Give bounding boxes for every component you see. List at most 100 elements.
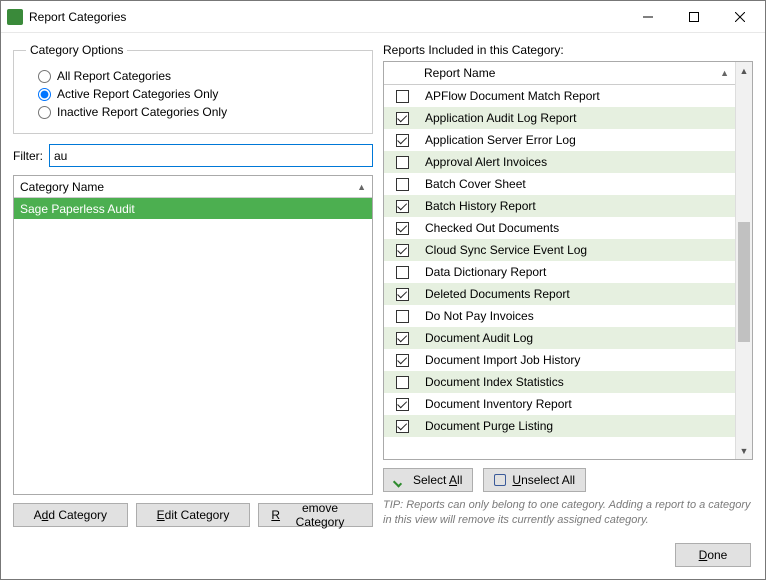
report-name: Deleted Documents Report bbox=[425, 287, 570, 301]
radio-all-label: All Report Categories bbox=[57, 69, 171, 83]
report-checkbox[interactable] bbox=[396, 134, 409, 147]
report-row[interactable]: Document Purge Listing bbox=[384, 415, 735, 437]
category-options-legend: Category Options bbox=[26, 43, 127, 57]
category-grid-header-label: Category Name bbox=[20, 180, 357, 194]
category-grid-header[interactable]: Category Name ▲ bbox=[14, 176, 372, 198]
report-row[interactable]: Application Audit Log Report bbox=[384, 107, 735, 129]
reports-label: Reports Included in this Category: bbox=[383, 43, 753, 57]
report-name: APFlow Document Match Report bbox=[425, 89, 600, 103]
report-name: Cloud Sync Service Event Log bbox=[425, 243, 587, 257]
reports-body: APFlow Document Match Report Application … bbox=[384, 85, 735, 459]
reports-panel: Report Name ▲ APFlow Document Match Repo… bbox=[383, 61, 753, 460]
report-row[interactable]: Batch History Report bbox=[384, 195, 735, 217]
category-options-group: Category Options All Report Categories A… bbox=[13, 43, 373, 134]
report-name: Document Index Statistics bbox=[425, 375, 564, 389]
window-controls bbox=[625, 2, 763, 32]
radio-active-input[interactable] bbox=[38, 88, 51, 101]
minimize-icon bbox=[643, 12, 653, 22]
report-name: Document Purge Listing bbox=[425, 419, 553, 433]
category-name: Sage Paperless Audit bbox=[20, 202, 135, 216]
filter-input[interactable] bbox=[49, 144, 373, 167]
check-icon bbox=[394, 474, 407, 486]
report-row[interactable]: Cloud Sync Service Event Log bbox=[384, 239, 735, 261]
report-row[interactable]: Document Audit Log bbox=[384, 327, 735, 349]
report-name: Document Import Job History bbox=[425, 353, 580, 367]
left-column: Category Options All Report Categories A… bbox=[13, 43, 373, 527]
radio-active-label: Active Report Categories Only bbox=[57, 87, 218, 101]
scroll-thumb[interactable] bbox=[738, 222, 750, 342]
category-grid[interactable]: Category Name ▲ Sage Paperless Audit bbox=[13, 175, 373, 495]
reports-header[interactable]: Report Name ▲ bbox=[384, 62, 735, 85]
remove-category-button[interactable]: Remove Category bbox=[258, 503, 373, 527]
category-buttons: Add Category Edit Category Remove Catego… bbox=[13, 503, 373, 527]
report-name: Data Dictionary Report bbox=[425, 265, 546, 279]
minimize-button[interactable] bbox=[625, 2, 671, 32]
report-row[interactable]: Approval Alert Invoices bbox=[384, 151, 735, 173]
report-name: Checked Out Documents bbox=[425, 221, 559, 235]
titlebar[interactable]: Report Categories bbox=[1, 1, 765, 33]
window-title: Report Categories bbox=[29, 10, 625, 24]
reports-header-label: Report Name bbox=[424, 66, 720, 80]
maximize-icon bbox=[689, 12, 699, 22]
report-name: Batch Cover Sheet bbox=[425, 177, 526, 191]
unselect-all-button[interactable]: Unselect All bbox=[483, 468, 586, 492]
radio-active-categories[interactable]: Active Report Categories Only bbox=[26, 87, 360, 101]
report-checkbox[interactable] bbox=[396, 112, 409, 125]
report-row[interactable]: Checked Out Documents bbox=[384, 217, 735, 239]
edit-category-button[interactable]: Edit Category bbox=[136, 503, 251, 527]
selection-buttons: Select All Unselect All bbox=[383, 468, 753, 492]
report-checkbox[interactable] bbox=[396, 266, 409, 279]
close-button[interactable] bbox=[717, 2, 763, 32]
report-checkbox[interactable] bbox=[396, 288, 409, 301]
report-name: Approval Alert Invoices bbox=[425, 155, 547, 169]
category-row-selected[interactable]: Sage Paperless Audit bbox=[14, 198, 372, 219]
report-name: Application Audit Log Report bbox=[425, 111, 576, 125]
category-grid-body: Sage Paperless Audit bbox=[14, 198, 372, 494]
radio-all-input[interactable] bbox=[38, 70, 51, 83]
report-checkbox[interactable] bbox=[396, 376, 409, 389]
report-checkbox[interactable] bbox=[396, 354, 409, 367]
radio-inactive-input[interactable] bbox=[38, 106, 51, 119]
radio-inactive-categories[interactable]: Inactive Report Categories Only bbox=[26, 105, 360, 119]
footer: Done bbox=[1, 535, 765, 579]
report-row[interactable]: Deleted Documents Report bbox=[384, 283, 735, 305]
tip-text: TIP: Reports can only belong to one cate… bbox=[383, 498, 753, 527]
report-checkbox[interactable] bbox=[396, 244, 409, 257]
scroll-down-button[interactable]: ▼ bbox=[736, 442, 752, 459]
select-all-button[interactable]: Select All bbox=[383, 468, 473, 492]
report-row[interactable]: Data Dictionary Report bbox=[384, 261, 735, 283]
radio-inactive-label: Inactive Report Categories Only bbox=[57, 105, 227, 119]
report-checkbox[interactable] bbox=[396, 200, 409, 213]
app-icon bbox=[7, 9, 23, 25]
report-checkbox[interactable] bbox=[396, 156, 409, 169]
filter-label: Filter: bbox=[13, 149, 43, 163]
report-row[interactable]: Document Index Statistics bbox=[384, 371, 735, 393]
reports-scrollbar[interactable]: ▲ ▼ bbox=[735, 62, 752, 459]
report-row[interactable]: Application Server Error Log bbox=[384, 129, 735, 151]
radio-all-categories[interactable]: All Report Categories bbox=[26, 69, 360, 83]
report-checkbox[interactable] bbox=[396, 398, 409, 411]
square-icon bbox=[494, 474, 506, 486]
report-checkbox[interactable] bbox=[396, 178, 409, 191]
report-row[interactable]: Document Import Job History bbox=[384, 349, 735, 371]
add-category-button[interactable]: Add Category bbox=[13, 503, 128, 527]
report-name: Application Server Error Log bbox=[425, 133, 576, 147]
window-root: Report Categories Category Options All R… bbox=[0, 0, 766, 580]
report-checkbox[interactable] bbox=[396, 90, 409, 103]
sort-asc-icon: ▲ bbox=[357, 182, 366, 192]
report-checkbox[interactable] bbox=[396, 420, 409, 433]
close-icon bbox=[735, 12, 745, 22]
report-checkbox[interactable] bbox=[396, 332, 409, 345]
report-checkbox[interactable] bbox=[396, 222, 409, 235]
report-name: Document Inventory Report bbox=[425, 397, 572, 411]
report-checkbox[interactable] bbox=[396, 310, 409, 323]
report-row[interactable]: Do Not Pay Invoices bbox=[384, 305, 735, 327]
maximize-button[interactable] bbox=[671, 2, 717, 32]
report-name: Batch History Report bbox=[425, 199, 536, 213]
report-row[interactable]: Document Inventory Report bbox=[384, 393, 735, 415]
report-row[interactable]: Batch Cover Sheet bbox=[384, 173, 735, 195]
scroll-up-button[interactable]: ▲ bbox=[736, 62, 752, 79]
report-row[interactable]: APFlow Document Match Report bbox=[384, 85, 735, 107]
filter-row: Filter: bbox=[13, 144, 373, 167]
done-button[interactable]: Done bbox=[675, 543, 751, 567]
